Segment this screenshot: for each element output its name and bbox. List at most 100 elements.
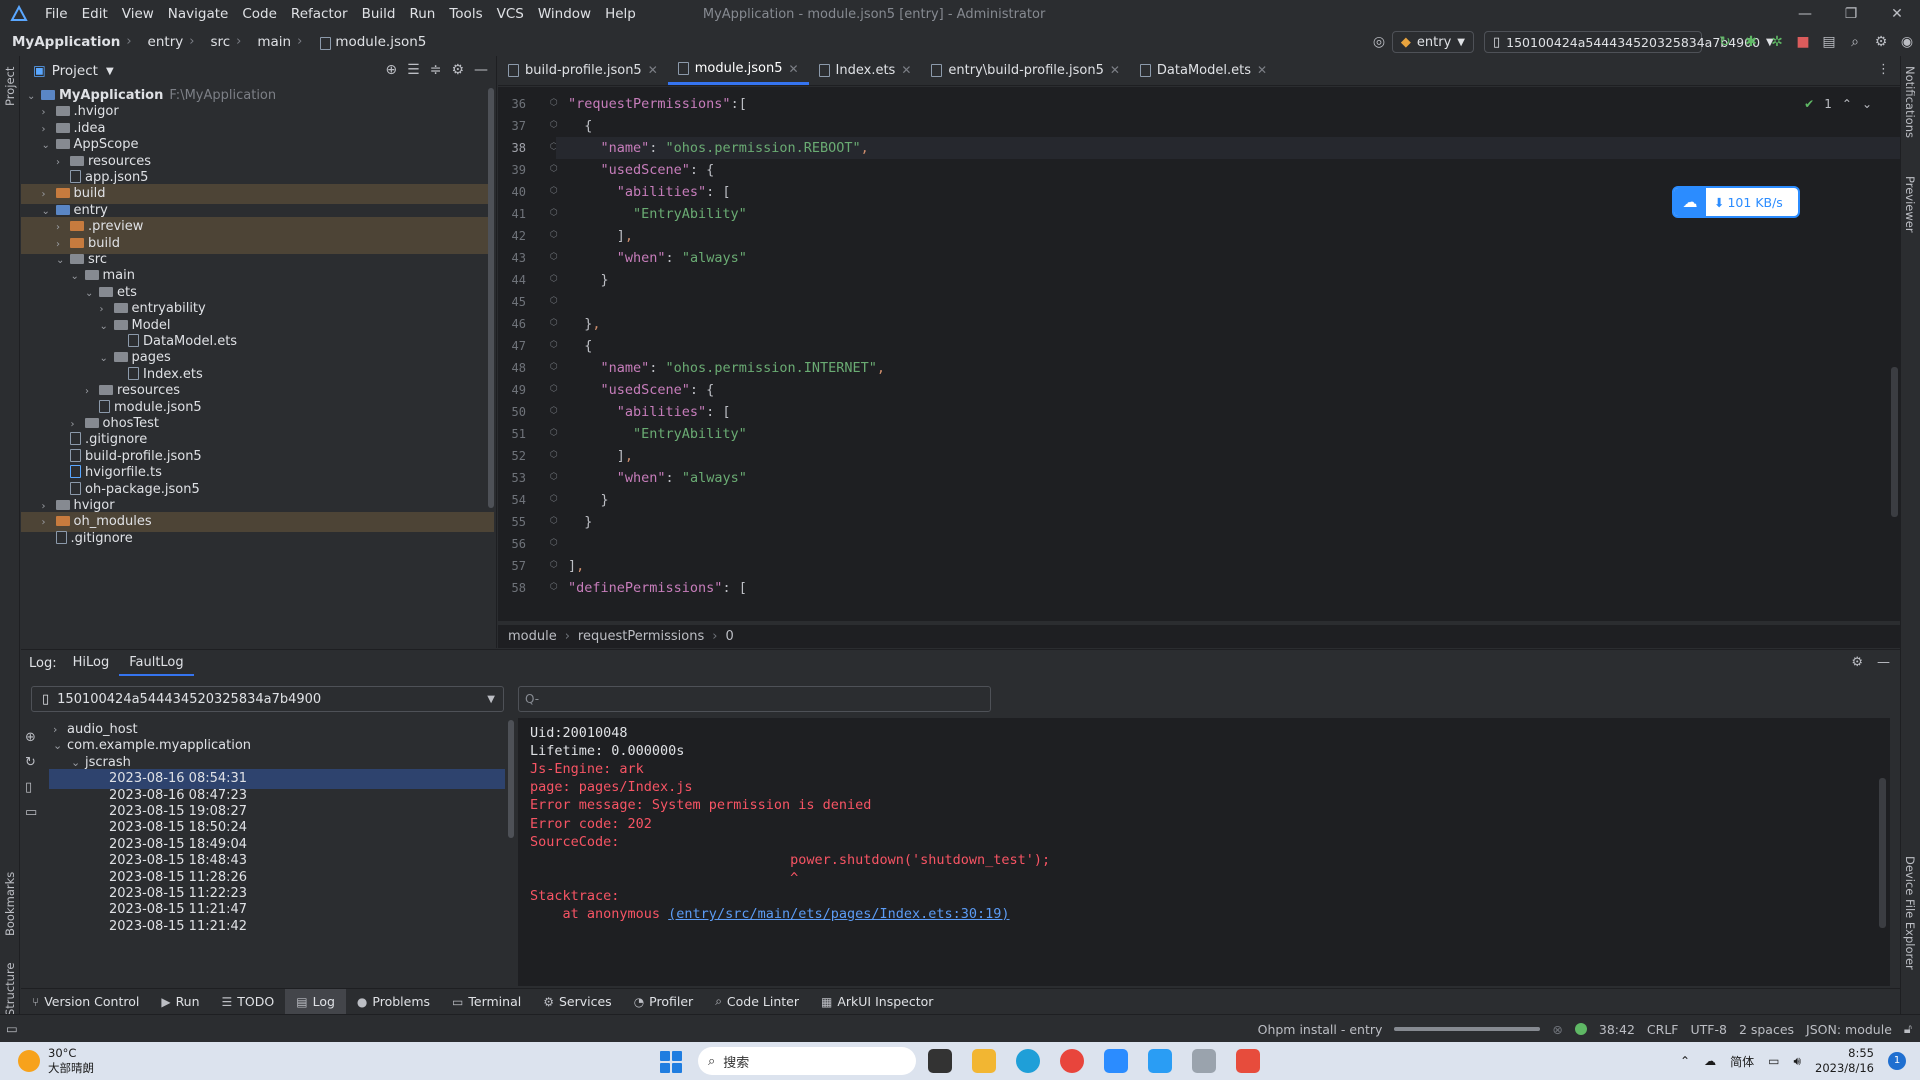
more-tabs-icon[interactable]: ⋮: [1877, 62, 1890, 77]
minimize-icon[interactable]: —: [1782, 0, 1828, 28]
menu-tools[interactable]: Tools: [442, 0, 489, 28]
menu-view[interactable]: View: [115, 0, 161, 28]
device-select[interactable]: ▯ 150100424a544434520325834a7b4900 ▼: [1484, 31, 1774, 53]
stacktrace-link[interactable]: (entry/src/main/ets/pages/Index.ets:30:1…: [668, 906, 1009, 922]
file-encoding[interactable]: UTF-8: [1690, 1022, 1726, 1037]
refresh-icon[interactable]: ↻: [25, 755, 37, 770]
fold-marker-icon[interactable]: ⬡: [550, 252, 558, 262]
tool-window-todo[interactable]: ☰ TODO: [211, 989, 286, 1015]
target-icon[interactable]: ⊕: [25, 730, 37, 745]
network-icon[interactable]: ▭: [1768, 1054, 1779, 1068]
fold-marker-icon[interactable]: ⬡: [550, 230, 558, 240]
device-manager-icon[interactable]: ▤: [1816, 34, 1842, 50]
fold-marker-icon[interactable]: ⬡: [550, 472, 558, 482]
code-line[interactable]: "name": "ohos.permission.REBOOT",: [556, 137, 1900, 159]
code-line[interactable]: "EntryAbility": [568, 423, 747, 445]
log-tab-hilog[interactable]: HiLog: [63, 650, 120, 676]
log-output-scrollbar[interactable]: [1879, 778, 1886, 928]
menu-window[interactable]: Window: [531, 0, 598, 28]
log-device-select[interactable]: ▯ 150100424a544434520325834a7b4900 ▼: [31, 686, 504, 712]
restore-icon[interactable]: ❐: [1828, 0, 1874, 28]
code-line[interactable]: {: [568, 115, 592, 137]
tool-window-problems[interactable]: ● Problems: [346, 989, 441, 1015]
account-icon[interactable]: ◉: [1894, 34, 1920, 50]
expand-all-icon[interactable]: ☰: [407, 62, 420, 78]
edge-browser-icon[interactable]: [1016, 1049, 1040, 1073]
tool-window-version-control[interactable]: ⑂ Version Control: [21, 989, 150, 1015]
taskbar-search[interactable]: ⌕ 搜索: [698, 1047, 916, 1075]
file-explorer-icon[interactable]: [972, 1049, 996, 1073]
collapse-all-icon[interactable]: ≑: [430, 62, 442, 78]
fold-marker-icon[interactable]: ⬡: [550, 428, 558, 438]
breadcrumb-item[interactable]: entry: [136, 34, 184, 50]
editor-breadcrumb-item[interactable]: module: [508, 629, 557, 644]
fold-marker-icon[interactable]: ⬡: [550, 318, 558, 328]
previewer-tool-label[interactable]: Previewer: [1903, 176, 1917, 233]
menu-help[interactable]: Help: [598, 0, 643, 28]
bookmarks-tool-label[interactable]: Bookmarks: [3, 872, 17, 936]
close-tab-icon[interactable]: ✕: [648, 63, 658, 77]
menu-edit[interactable]: Edit: [75, 0, 115, 28]
editor-tab[interactable]: Index.ets ✕: [809, 55, 922, 85]
code-line[interactable]: ],: [568, 225, 633, 247]
close-icon[interactable]: ✕: [1874, 0, 1920, 28]
fold-marker-icon[interactable]: ⬡: [550, 450, 558, 460]
tool-window-services[interactable]: ⚙ Services: [532, 989, 622, 1015]
baidu-netdisk-icon[interactable]: [1104, 1049, 1128, 1073]
chevron-down-icon[interactable]: ⌄: [1862, 97, 1872, 111]
breadcrumb-item[interactable]: src: [198, 34, 230, 50]
tool-window-terminal[interactable]: ▭ Terminal: [441, 989, 532, 1015]
clock[interactable]: 8:55 2023/8/16: [1815, 1046, 1874, 1076]
ime-indicator[interactable]: 简体: [1730, 1053, 1754, 1070]
notification-badge[interactable]: 1: [1888, 1052, 1906, 1070]
tool-window-log[interactable]: ▤ Log: [285, 988, 346, 1015]
device-file-explorer-label[interactable]: Device File Explorer: [1903, 856, 1917, 970]
gear-icon[interactable]: ⚙: [1851, 655, 1863, 670]
close-tab-icon[interactable]: ✕: [788, 62, 798, 76]
close-tab-icon[interactable]: ✕: [901, 63, 911, 77]
tool-window-profiler[interactable]: ◔ Profiler: [623, 989, 705, 1015]
phone-icon[interactable]: ▯: [25, 780, 37, 795]
tree-item[interactable]: .gitignore: [21, 529, 494, 549]
fault-tree-scrollbar[interactable]: [508, 720, 514, 838]
fault-log-output[interactable]: Uid:20010048 Lifetime: 0.000000s Js-Engine…: [518, 718, 1890, 986]
inspection-widget[interactable]: ✔ 1 ⌃ ⌄: [1804, 97, 1872, 111]
task-view-icon[interactable]: [928, 1049, 952, 1073]
rerun-icon[interactable]: ↻: [1712, 34, 1738, 50]
code-line[interactable]: "usedScene": {: [568, 159, 715, 181]
indent-setting[interactable]: 2 spaces: [1739, 1022, 1794, 1037]
stop-icon[interactable]: ■: [1790, 34, 1816, 50]
tool-window-code-linter[interactable]: ⌕ Code Linter: [704, 989, 810, 1015]
code-line[interactable]: "abilities": [: [568, 181, 731, 203]
code-line[interactable]: "definePermissions": [: [568, 577, 747, 599]
fold-marker-icon[interactable]: ⬡: [550, 560, 558, 570]
fold-marker-icon[interactable]: ⬡: [550, 120, 558, 130]
tool-window-run[interactable]: ▶ Run: [150, 989, 210, 1015]
code-line[interactable]: "when": "always": [568, 247, 747, 269]
fold-marker-icon[interactable]: ⬡: [550, 362, 558, 372]
line-separator[interactable]: CRLF: [1647, 1022, 1679, 1037]
hide-icon[interactable]: —: [1877, 655, 1890, 670]
fold-marker-icon[interactable]: ⬡: [550, 384, 558, 394]
gear-icon[interactable]: ⚙: [451, 62, 464, 78]
fold-marker-icon[interactable]: ⬡: [550, 164, 558, 174]
fold-marker-icon[interactable]: ⬡: [550, 296, 558, 306]
attach-debugger-icon[interactable]: ✲: [1764, 34, 1790, 50]
code-line[interactable]: "EntryAbility": [568, 203, 747, 225]
volume-icon[interactable]: 🔊︎: [1793, 1054, 1801, 1069]
log-search-input[interactable]: Q-: [518, 686, 991, 712]
menu-build[interactable]: Build: [355, 0, 403, 28]
panel-toggle-icon[interactable]: ▭: [6, 1021, 18, 1036]
code-line[interactable]: },: [568, 313, 600, 335]
editor-breadcrumb-item[interactable]: requestPermissions: [578, 629, 704, 644]
start-button[interactable]: [660, 1051, 682, 1073]
code-line[interactable]: }: [568, 489, 609, 511]
fold-marker-icon[interactable]: ⬡: [550, 538, 558, 548]
tool-window-arkui-inspector[interactable]: ▦ ArkUI Inspector: [810, 989, 944, 1015]
breadcrumb-item[interactable]: MyApplication: [0, 34, 120, 50]
fold-marker-icon[interactable]: ⬡: [550, 494, 558, 504]
breadcrumb-item[interactable]: module.json5: [306, 34, 426, 50]
code-line[interactable]: "abilities": [: [568, 401, 731, 423]
weather-widget[interactable]: 30°C 大部晴朗: [18, 1046, 94, 1076]
snipping-tool-icon[interactable]: [1236, 1049, 1260, 1073]
